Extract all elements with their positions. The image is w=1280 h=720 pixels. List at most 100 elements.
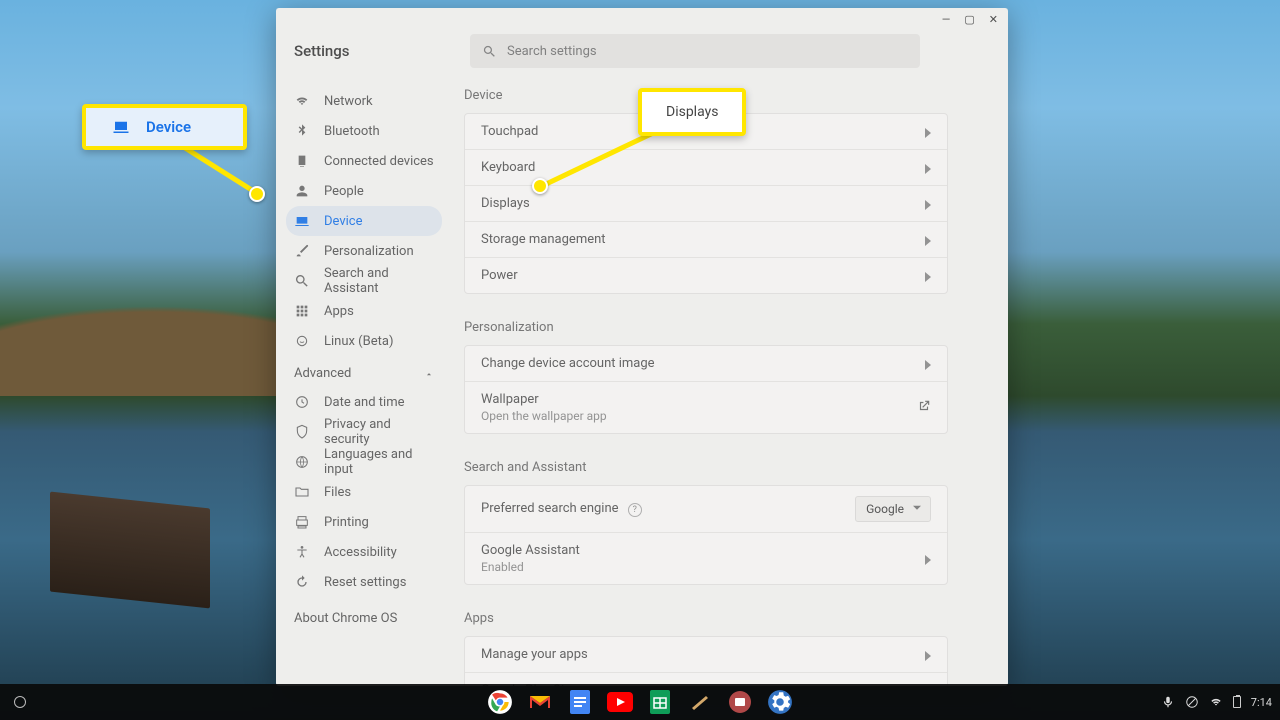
- app-icon-generic-1[interactable]: [687, 689, 713, 715]
- sidebar-label: Network: [324, 94, 373, 109]
- search-icon: [482, 44, 497, 59]
- row-subtext: Enabled: [481, 560, 580, 574]
- gmail-icon[interactable]: [527, 689, 553, 715]
- sidebar-item-printing[interactable]: Printing: [286, 507, 442, 537]
- chevron-up-icon: [424, 369, 434, 379]
- sidebar-item-accessibility[interactable]: Accessibility: [286, 537, 442, 567]
- sidebar-label: Bluetooth: [324, 124, 380, 139]
- settings-content: Device Touchpad Keyboard Displays Storag…: [452, 82, 1008, 686]
- person-icon: [294, 183, 310, 199]
- row-storage[interactable]: Storage management: [465, 221, 947, 257]
- sidebar-label: Device: [324, 214, 363, 229]
- sidebar-label: Search and Assistant: [324, 266, 434, 296]
- search-input[interactable]: [507, 44, 908, 59]
- brush-icon: [294, 243, 310, 259]
- linux-icon: [294, 333, 310, 349]
- chrome-icon[interactable]: [487, 689, 513, 715]
- sidebar-item-files[interactable]: Files: [286, 477, 442, 507]
- no-notifications-icon: [1185, 695, 1199, 709]
- info-icon[interactable]: ?: [628, 503, 642, 517]
- sidebar-item-connected-devices[interactable]: Connected devices: [286, 146, 442, 176]
- chevron-right-icon: [925, 163, 931, 173]
- sidebar-item-reset[interactable]: Reset settings: [286, 567, 442, 597]
- advanced-toggle[interactable]: Advanced: [286, 356, 442, 387]
- minimize-button[interactable]: —: [942, 13, 951, 26]
- battery-icon: [1233, 696, 1241, 708]
- callout-label: Displays: [666, 104, 718, 120]
- section-personalization-title: Personalization: [464, 320, 948, 335]
- sidebar-label: Accessibility: [324, 545, 397, 560]
- device-card: Touchpad Keyboard Displays Storage manag…: [464, 113, 948, 294]
- row-label: Power: [481, 268, 518, 283]
- mic-icon: [1161, 695, 1175, 709]
- launcher-button[interactable]: [14, 696, 26, 708]
- system-tray[interactable]: 7:14: [1161, 695, 1272, 709]
- sidebar-label: People: [324, 184, 364, 199]
- row-label: Touchpad: [481, 124, 538, 139]
- sidebar-item-network[interactable]: Network: [286, 86, 442, 116]
- sidebar-label: Date and time: [324, 395, 405, 410]
- callout-label: Device: [146, 118, 191, 136]
- row-label: Change device account image: [481, 356, 655, 371]
- row-manage-apps[interactable]: Manage your apps: [465, 637, 947, 672]
- search-nav-icon: [294, 273, 310, 289]
- clock: 7:14: [1251, 696, 1272, 709]
- apps-icon: [294, 303, 310, 319]
- close-button[interactable]: ✕: [989, 13, 998, 26]
- row-assistant[interactable]: Google Assistant Enabled: [465, 532, 947, 584]
- row-label: Wallpaper: [481, 392, 607, 407]
- maximize-button[interactable]: ▢: [964, 13, 974, 26]
- sidebar-item-languages[interactable]: Languages and input: [286, 447, 442, 477]
- row-search-engine: Preferred search engine ? Google: [465, 486, 947, 532]
- docs-icon[interactable]: [567, 689, 593, 715]
- row-label: Manage your apps: [481, 647, 588, 662]
- row-label: Preferred search engine: [481, 501, 619, 516]
- settings-title: Settings: [294, 42, 470, 60]
- accessibility-icon: [294, 544, 310, 560]
- sidebar-label: Privacy and security: [324, 417, 434, 447]
- wifi-tray-icon: [1209, 695, 1223, 709]
- search-bar[interactable]: [470, 34, 920, 68]
- devices-icon: [294, 153, 310, 169]
- printer-icon: [294, 514, 310, 530]
- youtube-icon[interactable]: [607, 689, 633, 715]
- sidebar-item-privacy[interactable]: Privacy and security: [286, 417, 442, 447]
- row-label: Google Assistant: [481, 543, 580, 558]
- row-wallpaper[interactable]: Wallpaper Open the wallpaper app: [465, 381, 947, 433]
- window-titlebar: — ▢ ✕: [276, 8, 1008, 30]
- folder-icon: [294, 484, 310, 500]
- sidebar-item-device[interactable]: Device: [286, 206, 442, 236]
- sidebar-item-bluetooth[interactable]: Bluetooth: [286, 116, 442, 146]
- sidebar-label: Reset settings: [324, 575, 406, 590]
- search-engine-dropdown[interactable]: Google: [855, 496, 931, 522]
- settings-app-icon[interactable]: [767, 689, 793, 715]
- sidebar-item-datetime[interactable]: Date and time: [286, 387, 442, 417]
- row-label: Displays: [481, 196, 530, 211]
- chevron-right-icon: [925, 199, 931, 209]
- section-search-title: Search and Assistant: [464, 460, 948, 475]
- sidebar-label: Languages and input: [324, 447, 434, 477]
- row-subtext: Open the wallpaper app: [481, 409, 607, 423]
- sheets-icon[interactable]: [647, 689, 673, 715]
- row-account-image[interactable]: Change device account image: [465, 346, 947, 381]
- chevron-right-icon: [925, 554, 931, 564]
- shelf: 7:14: [0, 684, 1280, 720]
- chevron-right-icon: [925, 271, 931, 281]
- sidebar-item-personalization[interactable]: Personalization: [286, 236, 442, 266]
- shield-icon: [294, 424, 310, 440]
- sidebar-item-apps[interactable]: Apps: [286, 296, 442, 326]
- sidebar-item-linux[interactable]: Linux (Beta): [286, 326, 442, 356]
- chevron-right-icon: [925, 359, 931, 369]
- shelf-apps: [487, 689, 793, 715]
- sidebar-label: Apps: [324, 304, 354, 319]
- callout-device: Device: [82, 104, 247, 150]
- row-label: Keyboard: [481, 160, 535, 175]
- sidebar-item-search[interactable]: Search and Assistant: [286, 266, 442, 296]
- row-power[interactable]: Power: [465, 257, 947, 293]
- about-chromeos[interactable]: About Chrome OS: [286, 597, 442, 640]
- app-icon-generic-2[interactable]: [727, 689, 753, 715]
- sidebar-label: Printing: [324, 515, 369, 530]
- sidebar-item-people[interactable]: People: [286, 176, 442, 206]
- sidebar-label: Connected devices: [324, 154, 434, 169]
- annotation-dot: [249, 186, 265, 202]
